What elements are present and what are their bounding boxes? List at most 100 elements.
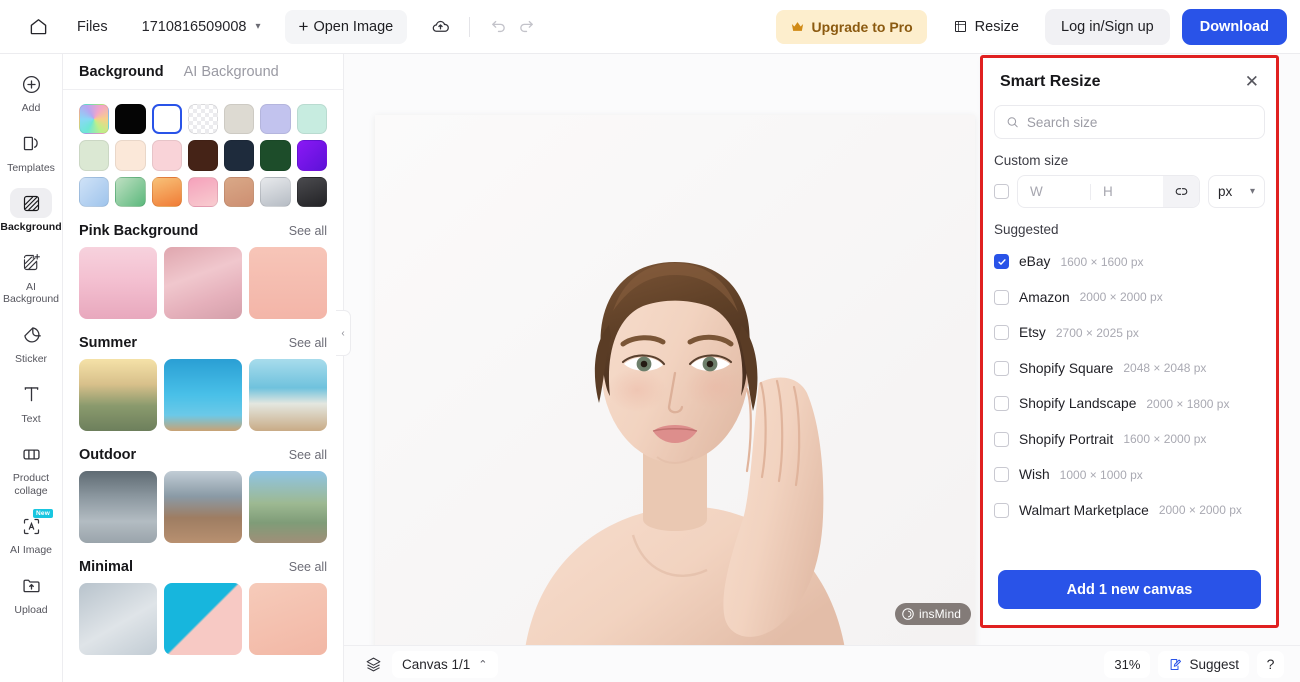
swatch-navy[interactable]	[224, 140, 255, 171]
swatch-rainbow-gradient[interactable]	[79, 104, 110, 135]
sidebar-item-ai-image[interactable]: New AI Image	[2, 505, 60, 561]
see-all-link[interactable]: See all	[289, 224, 327, 238]
chevron-down-icon: ▾	[255, 21, 261, 32]
swatch-transparent[interactable]	[187, 104, 219, 135]
see-all-link[interactable]: See all	[289, 560, 327, 574]
download-button[interactable]: Download	[1181, 8, 1287, 45]
canvas-board[interactable]: insMind	[375, 115, 975, 649]
sidebar-item-templates[interactable]: Templates	[2, 123, 60, 179]
search-input[interactable]	[1026, 114, 1253, 130]
suggested-label: Suggested	[994, 222, 1059, 237]
thumb-peach-gradient[interactable]	[249, 582, 327, 655]
sidebar-item-sticker[interactable]: Sticker	[2, 314, 60, 370]
upgrade-to-pro-button[interactable]: Upgrade to Pro	[775, 9, 927, 44]
swatch-tan-gradient[interactable]	[224, 176, 255, 207]
swatch-mint[interactable]	[296, 104, 328, 135]
redo-icon[interactable]	[512, 13, 540, 41]
sidebar-item-background[interactable]: Background	[0, 182, 62, 238]
top-toolbar: Files 1710816509008 ▾ + Open Image Upgra…	[0, 0, 1300, 54]
document-name-dropdown[interactable]: 1710816509008 ▾	[142, 19, 261, 35]
size-checkbox[interactable]	[994, 254, 1009, 270]
thumb-pink-tulips[interactable]	[249, 246, 327, 319]
resize-button[interactable]: Resize	[941, 10, 1031, 44]
sidebar-item-ai-background[interactable]: AI Background	[2, 242, 60, 310]
files-menu[interactable]: Files	[77, 19, 108, 35]
swatch-light-blue-gradient[interactable]	[79, 176, 110, 207]
suggest-button[interactable]: Suggest	[1158, 650, 1249, 678]
thumb-palm-sunset-podium[interactable]	[79, 358, 157, 431]
sidebar-item-add[interactable]: Add	[2, 63, 60, 119]
upload-icon	[10, 571, 52, 601]
size-checkbox[interactable]	[994, 289, 1009, 305]
unit-select[interactable]: px ▾	[1208, 175, 1265, 208]
add-new-canvas-button[interactable]: Add 1 new canvas	[998, 570, 1261, 609]
sidebar-item-text[interactable]: Text	[2, 374, 60, 430]
swatch-charcoal-gradient[interactable]	[296, 176, 328, 207]
swatch-silver-gradient[interactable]	[260, 176, 291, 207]
sidebar-label: Add	[21, 102, 41, 114]
tab-ai-background[interactable]: AI Background	[184, 64, 279, 80]
size-option-ebay[interactable]: eBay 1600 × 1600 px	[994, 244, 1265, 280]
thumb-wet-stone-path[interactable]	[79, 470, 157, 543]
swatch-green-gradient[interactable]	[115, 176, 146, 207]
link-aspect-ratio-icon[interactable]	[1163, 176, 1199, 207]
see-all-link[interactable]: See all	[289, 336, 327, 350]
size-option-shopify-landscape[interactable]: Shopify Landscape 2000 × 1800 px	[994, 386, 1265, 422]
sidebar-item-upload[interactable]: Upload	[2, 565, 60, 621]
size-checkbox[interactable]	[994, 431, 1009, 447]
height-input[interactable]	[1091, 176, 1163, 207]
swatch-pink-gradient[interactable]	[187, 176, 219, 207]
size-option-etsy[interactable]: Etsy 2700 × 2025 px	[994, 315, 1265, 351]
swatch-violet-gradient[interactable]	[296, 140, 328, 171]
help-button[interactable]: ?	[1257, 650, 1284, 678]
size-option-shopify-square[interactable]: Shopify Square 2048 × 2048 px	[994, 351, 1265, 387]
size-checkbox[interactable]	[994, 502, 1009, 518]
thumb-pink-curtain-window[interactable]	[164, 246, 242, 319]
sidebar-item-product-collage[interactable]: Product collage	[2, 433, 60, 501]
layers-icon[interactable]	[360, 651, 386, 677]
undo-icon[interactable]	[484, 13, 512, 41]
custom-size-checkbox[interactable]	[994, 184, 1009, 199]
thumb-mountain-forest[interactable]	[249, 470, 327, 543]
size-option-amazon[interactable]: Amazon 2000 × 2000 px	[994, 280, 1265, 316]
panel-collapse-handle[interactable]: ‹	[336, 310, 351, 356]
swatch-black[interactable]	[115, 104, 146, 135]
close-icon[interactable]: ✕	[1245, 73, 1259, 90]
home-icon[interactable]	[21, 10, 55, 44]
size-option-shopify-portrait[interactable]: Shopify Portrait 1600 × 2000 px	[994, 422, 1265, 458]
size-checkbox[interactable]	[994, 396, 1009, 412]
see-all-link[interactable]: See all	[289, 448, 327, 462]
thumb-grey-blue-gradient[interactable]	[79, 582, 157, 655]
size-checkbox[interactable]	[994, 325, 1009, 341]
size-checkbox[interactable]	[994, 360, 1009, 376]
swatch-cream[interactable]	[115, 140, 146, 171]
tab-background[interactable]: Background	[79, 64, 164, 80]
swatch-periwinkle[interactable]	[260, 104, 291, 135]
swatch-blush-pink[interactable]	[151, 140, 182, 171]
size-dimensions: 2000 × 2000 px	[1079, 290, 1163, 305]
beauty-model-portrait	[375, 115, 975, 649]
cloud-save-icon[interactable]	[425, 12, 455, 42]
sticker-icon	[10, 320, 52, 350]
swatch-white[interactable]	[151, 104, 182, 135]
swatch-sage[interactable]	[79, 140, 110, 171]
login-signup-button[interactable]: Log in/Sign up	[1045, 8, 1170, 45]
thumb-beach-shore[interactable]	[249, 358, 327, 431]
swatch-beige[interactable]	[224, 104, 255, 135]
thumb-cyan-pink-split[interactable]	[164, 582, 242, 655]
open-image-button[interactable]: + Open Image	[284, 9, 408, 44]
thumb-pool-water-deck[interactable]	[164, 358, 242, 431]
canvas-selector[interactable]: Canvas 1/1 ⌃	[392, 650, 498, 678]
zoom-level[interactable]: 31%	[1104, 650, 1151, 678]
thumb-pink-petals-podium[interactable]	[79, 246, 157, 319]
swatch-dark-brown[interactable]	[187, 140, 219, 171]
swatch-forest-green[interactable]	[260, 140, 291, 171]
swatch-orange-gradient[interactable]	[151, 176, 182, 207]
search-size-field[interactable]	[994, 105, 1265, 139]
size-option-walmart-marketplace[interactable]: Walmart Marketplace 2000 × 2000 px	[994, 493, 1265, 529]
size-option-wish[interactable]: Wish 1000 × 1000 px	[994, 457, 1265, 493]
thumb-coastal-cliff[interactable]	[164, 470, 242, 543]
width-input[interactable]	[1018, 176, 1090, 207]
size-checkbox[interactable]	[994, 467, 1009, 483]
canvas-image[interactable]: insMind	[375, 115, 975, 649]
